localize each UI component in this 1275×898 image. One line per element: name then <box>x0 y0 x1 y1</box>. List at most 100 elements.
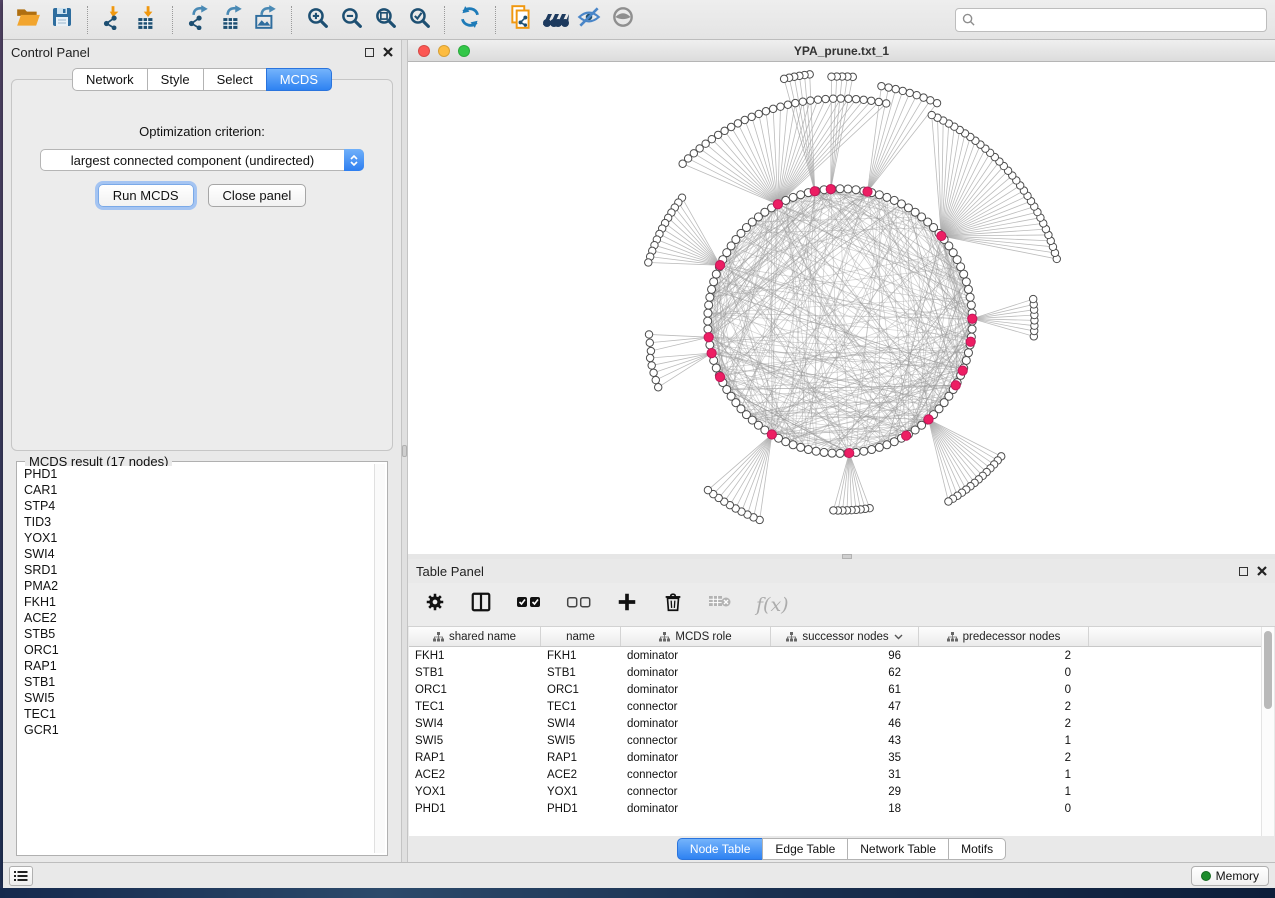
network-node[interactable] <box>807 97 814 104</box>
zoom-out-button[interactable] <box>334 4 368 36</box>
tab-style[interactable]: Style <box>147 68 204 91</box>
tab-node-table[interactable]: Node Table <box>677 838 764 860</box>
mcds-node[interactable] <box>958 366 967 375</box>
refresh-button[interactable] <box>453 4 487 36</box>
save-session-button[interactable] <box>45 4 79 36</box>
tab-motifs[interactable]: Motifs <box>948 838 1006 860</box>
network-node[interactable] <box>844 185 852 193</box>
mcds-result-item[interactable]: SWI5 <box>19 690 373 706</box>
mcds-node[interactable] <box>767 430 776 439</box>
network-node[interactable] <box>883 441 891 449</box>
network-node[interactable] <box>875 98 882 105</box>
table-row[interactable]: SWI5SWI5connector431 <box>409 732 1261 749</box>
network-node[interactable] <box>647 347 654 354</box>
network-node[interactable] <box>780 75 787 82</box>
network-node[interactable] <box>814 96 821 103</box>
tab-network[interactable]: Network <box>72 68 148 91</box>
zoom-fit-content-button[interactable] <box>368 4 402 36</box>
network-node[interactable] <box>820 448 828 456</box>
network-node[interactable] <box>962 278 970 286</box>
tab-select[interactable]: Select <box>203 68 267 91</box>
mcds-result-item[interactable]: STP4 <box>19 498 373 514</box>
open-session-button[interactable] <box>11 4 45 36</box>
network-node[interactable] <box>913 91 920 98</box>
network-node[interactable] <box>860 447 868 455</box>
tab-network-table[interactable]: Network Table <box>847 838 949 860</box>
mcds-node[interactable] <box>704 333 713 342</box>
mcds-node[interactable] <box>863 187 872 196</box>
network-node[interactable] <box>852 95 859 102</box>
network-node[interactable] <box>1029 295 1036 302</box>
network-graph[interactable] <box>408 62 1275 559</box>
network-node[interactable] <box>868 446 876 454</box>
network-node[interactable] <box>822 95 829 102</box>
network-node[interactable] <box>650 369 657 376</box>
select-all-rows-button[interactable] <box>516 593 542 616</box>
close-panel-button[interactable]: Close panel <box>208 184 307 207</box>
network-node[interactable] <box>645 331 652 338</box>
network-node[interactable] <box>789 441 797 449</box>
network-node[interactable] <box>734 120 741 127</box>
network-node[interactable] <box>797 443 805 451</box>
import-table-file-button[interactable] <box>130 4 164 36</box>
network-node[interactable] <box>868 97 875 104</box>
network-node[interactable] <box>804 446 812 454</box>
network-node[interactable] <box>968 325 976 333</box>
table-scrollbar[interactable] <box>1261 627 1274 836</box>
network-node[interactable] <box>852 186 860 194</box>
network-node[interactable] <box>655 384 662 391</box>
close-panel-icon[interactable] <box>1257 566 1267 576</box>
float-panel-icon[interactable] <box>365 48 374 57</box>
run-mcds-button[interactable]: Run MCDS <box>98 184 194 207</box>
export-network-button[interactable] <box>181 4 215 36</box>
mcds-result-item[interactable]: ORC1 <box>19 642 373 658</box>
vertical-splitter[interactable] <box>401 40 408 862</box>
splitter-grip[interactable] <box>402 445 407 457</box>
column-header-MCDS-role[interactable]: MCDS role <box>621 627 771 646</box>
mcds-node[interactable] <box>924 415 933 424</box>
mcds-node[interactable] <box>937 231 946 240</box>
table-row[interactable]: ACE2ACE2connector311 <box>409 766 1261 783</box>
mcds-result-item[interactable]: GCR1 <box>19 722 373 738</box>
mcds-node[interactable] <box>845 448 854 457</box>
network-node[interactable] <box>845 95 852 102</box>
network-node[interactable] <box>646 339 653 346</box>
network-node[interactable] <box>964 349 972 357</box>
network-node[interactable] <box>748 113 755 120</box>
network-node[interactable] <box>789 193 797 201</box>
mcds-node[interactable] <box>715 372 724 381</box>
network-node[interactable] <box>945 498 952 505</box>
network-overview-button[interactable] <box>538 4 572 36</box>
mcds-result-item[interactable]: CAR1 <box>19 482 373 498</box>
close-panel-icon[interactable] <box>383 47 393 57</box>
add-column-button[interactable] <box>616 591 638 618</box>
mcds-result-item[interactable]: STB1 <box>19 674 373 690</box>
network-node[interactable] <box>928 111 935 118</box>
network-node[interactable] <box>782 438 790 446</box>
network-node[interactable] <box>646 354 653 361</box>
mcds-result-item[interactable]: STB5 <box>19 626 373 642</box>
mcds-node[interactable] <box>968 314 977 323</box>
network-node[interactable] <box>704 486 711 493</box>
mcds-result-item[interactable]: SRD1 <box>19 562 373 578</box>
network-node[interactable] <box>762 108 769 115</box>
network-canvas[interactable] <box>408 62 1275 559</box>
table-row[interactable]: STB1STB1dominator620 <box>409 664 1261 681</box>
delete-columns-button[interactable] <box>662 591 684 618</box>
network-node[interactable] <box>704 309 712 317</box>
network-node[interactable] <box>784 101 791 108</box>
network-node[interactable] <box>704 317 712 325</box>
splitter-grip[interactable] <box>842 554 852 559</box>
mcds-result-item[interactable]: SWI4 <box>19 546 373 562</box>
mcds-node[interactable] <box>966 337 975 346</box>
network-node[interactable] <box>708 285 716 293</box>
settings-gear-button[interactable] <box>424 591 446 618</box>
network-node[interactable] <box>648 362 655 369</box>
network-node[interactable] <box>704 325 712 333</box>
network-node[interactable] <box>966 293 974 301</box>
table-row[interactable]: YOX1YOX1connector291 <box>409 783 1261 800</box>
network-node[interactable] <box>828 73 835 80</box>
column-header-shared-name[interactable]: shared name <box>409 627 541 646</box>
network-node[interactable] <box>899 87 906 94</box>
network-view-titlebar[interactable]: YPA_prune.txt_1 <box>408 40 1275 62</box>
